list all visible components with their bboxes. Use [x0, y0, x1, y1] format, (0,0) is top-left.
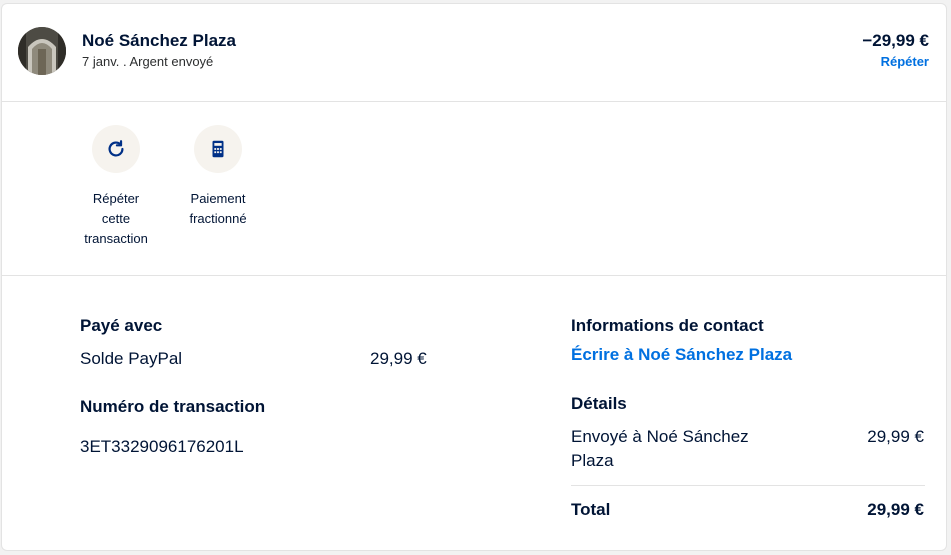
- avatar: [18, 27, 66, 75]
- repeat-transaction-button[interactable]: Répéter cette transaction: [71, 125, 161, 249]
- repeat-icon-circle: [92, 125, 140, 173]
- transaction-id: 3ET3329096176201L: [80, 437, 244, 456]
- sent-to-amount: 29,99 €: [867, 427, 924, 446]
- payment-method: Solde PayPal: [80, 349, 183, 368]
- sent-to-label-line1: Envoyé à Noé Sánchez: [571, 427, 749, 446]
- details-divider: [571, 485, 925, 486]
- details-heading: Détails: [571, 394, 627, 413]
- total-label: Total: [571, 500, 611, 519]
- repeat-transaction-label: Répéter cette transaction: [84, 191, 148, 246]
- calculator-icon: [212, 140, 224, 158]
- transaction-id-heading: Numéro de transaction: [80, 397, 266, 416]
- sent-to-label-line2: Plaza: [571, 451, 614, 470]
- split-payment-button[interactable]: Paiement fractionné: [173, 125, 263, 229]
- contact-heading: Informations de contact: [571, 316, 764, 335]
- split-payment-label: Paiement fractionné: [189, 191, 247, 226]
- repeat-link[interactable]: Répéter: [881, 54, 929, 69]
- refresh-icon: [108, 140, 124, 157]
- contact-link[interactable]: Écrire à Noé Sánchez Plaza: [571, 345, 792, 365]
- quick-actions: Répéter cette transaction Paiement fract…: [2, 101, 946, 276]
- total-amount: 29,99 €: [867, 500, 924, 519]
- counterparty-name: Noé Sánchez Plaza: [82, 31, 237, 50]
- transaction-details: Payé avec Solde PayPal 29,99 € Numéro de…: [2, 276, 946, 550]
- split-icon-circle: [194, 125, 242, 173]
- payment-amount: 29,99 €: [370, 349, 427, 368]
- transaction-amount: −29,99 €: [862, 31, 929, 50]
- transaction-header: Noé Sánchez Plaza 7 janv. . Argent envoy…: [2, 4, 946, 102]
- paid-with-heading: Payé avec: [80, 316, 163, 335]
- transaction-date-type: 7 janv. . Argent envoyé: [82, 54, 214, 69]
- transaction-card: Noé Sánchez Plaza 7 janv. . Argent envoy…: [1, 3, 947, 551]
